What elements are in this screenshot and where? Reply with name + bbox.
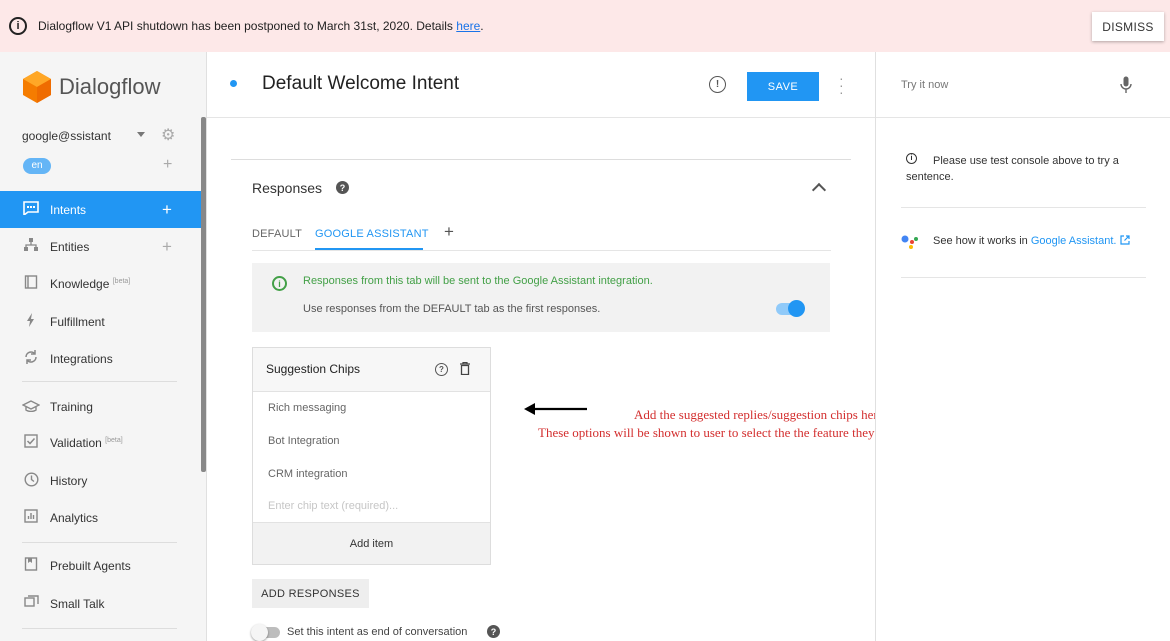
save-button[interactable]: SAVE — [747, 72, 819, 101]
sidebar-item-analytics[interactable]: Analytics — [0, 499, 201, 536]
page-title[interactable]: Default Welcome Intent — [262, 73, 459, 95]
google-assistant-hint: See how it works in Google Assistant. — [933, 235, 1130, 247]
nav-divider — [22, 628, 177, 629]
chips-card-title: Suggestion Chips — [266, 362, 361, 376]
gear-icon[interactable]: ⚙ — [161, 125, 175, 145]
brand-name: Dialogflow — [59, 74, 161, 99]
details-link[interactable]: here — [456, 19, 480, 33]
google-assistant-icon — [901, 235, 918, 249]
chips-card-header: Suggestion Chips ? — [253, 348, 490, 392]
suggestion-chips-card: Suggestion Chips ? Rich messaging Bot In… — [252, 347, 491, 565]
add-entity-icon[interactable]: + — [162, 237, 172, 257]
panel-divider — [901, 277, 1146, 278]
sidebar-item-prebuilt-agents[interactable]: Prebuilt Agents — [0, 547, 201, 584]
notice-banner: i Dialogflow V1 API shutdown has been po… — [0, 0, 1170, 52]
chip-item[interactable]: Bot Integration — [268, 435, 340, 447]
annotation-line-1: Add the suggested replies/suggestion chi… — [634, 407, 887, 422]
add-language-icon[interactable]: + — [163, 156, 172, 174]
alert-icon[interactable]: ! — [709, 76, 726, 93]
status-dot — [230, 80, 237, 87]
microphone-icon[interactable] — [1120, 76, 1132, 94]
tab-google-assistant[interactable]: GOOGLE ASSISTANT — [315, 228, 429, 240]
use-default-label: Use responses from the DEFAULT tab as th… — [303, 303, 601, 315]
help-icon[interactable]: ? — [336, 181, 349, 194]
add-responses-button[interactable]: ADD RESPONSES — [252, 579, 369, 608]
language-badge[interactable]: en — [23, 158, 51, 174]
use-default-toggle[interactable] — [776, 300, 805, 317]
book-icon — [22, 275, 40, 292]
dialogflow-logo[interactable]: Dialogflow — [22, 70, 161, 104]
intent-editor: Responses ? DEFAULT GOOGLE ASSISTANT + i… — [207, 118, 875, 641]
end-conversation-toggle[interactable] — [251, 624, 280, 641]
help-icon[interactable]: ? — [487, 625, 500, 638]
chip-item[interactable]: Rich messaging — [268, 402, 346, 414]
external-link-icon[interactable] — [1119, 235, 1130, 245]
agent-icon — [22, 557, 40, 574]
chip-input[interactable]: Enter chip text (required)... — [268, 500, 398, 512]
sidebar-item-intents[interactable]: Intents + — [0, 191, 201, 228]
end-conversation-label: Set this intent as end of conversation — [287, 626, 468, 638]
toggle-knob — [251, 624, 268, 641]
refresh-icon — [22, 349, 40, 368]
tab-default[interactable]: DEFAULT — [252, 228, 302, 240]
sidebar-item-integrations[interactable]: Integrations — [0, 340, 201, 377]
tabs-divider — [252, 250, 831, 251]
hierarchy-icon — [22, 238, 40, 255]
panel-divider — [901, 207, 1146, 208]
sidebar: Dialogflow google@ssistant ⚙ en + Intent… — [0, 52, 207, 641]
sidebar-item-validation[interactable]: Validation [beta] — [0, 424, 201, 461]
assistant-info-panel: i Responses from this tab will be sent t… — [252, 263, 830, 332]
more-vert-icon[interactable]: · · · — [839, 71, 844, 99]
dismiss-button[interactable]: DISMISS — [1092, 12, 1164, 41]
add-intent-icon[interactable]: + — [162, 200, 172, 220]
caret-down-icon[interactable] — [137, 132, 145, 137]
try-it-now-input[interactable]: Try it now — [876, 52, 1170, 118]
dialogflow-logo-icon — [23, 71, 51, 103]
checkbox-icon — [22, 434, 40, 451]
toggle-knob — [788, 300, 805, 317]
collapse-icon[interactable] — [811, 182, 827, 198]
sidebar-item-small-talk[interactable]: Small Talk — [0, 585, 201, 622]
sidebar-item-history[interactable]: History — [0, 462, 201, 499]
clock-icon — [22, 471, 40, 490]
test-console-hint: Please use test console above to try a s… — [906, 155, 1119, 183]
try-it-now-placeholder: Try it now — [901, 79, 949, 91]
sidebar-item-training[interactable]: Training — [0, 388, 201, 425]
responses-title: Responses — [252, 180, 323, 196]
sidebar-item-knowledge[interactable]: Knowledge [beta] — [0, 265, 201, 302]
banner-message: Dialogflow V1 API shutdown has been post… — [38, 19, 484, 33]
sidebar-item-fulfillment[interactable]: Fulfillment — [0, 303, 201, 340]
nav-divider — [22, 542, 177, 543]
add-item-button[interactable]: Add item — [253, 522, 490, 564]
sidebar-scrollbar[interactable] — [201, 117, 206, 472]
section-divider — [231, 159, 851, 160]
google-assistant-link[interactable]: Google Assistant. — [1031, 235, 1117, 247]
agent-selector[interactable]: google@ssistant — [22, 129, 111, 143]
bolt-icon — [22, 313, 40, 330]
trash-icon[interactable] — [460, 362, 470, 375]
nav-divider — [22, 381, 177, 382]
help-icon[interactable]: ? — [435, 363, 448, 376]
bar-chart-icon — [22, 509, 40, 526]
chat-bubble-icon — [22, 595, 40, 612]
info-icon: i — [272, 276, 287, 291]
sidebar-item-entities[interactable]: Entities + — [0, 228, 201, 265]
graduation-cap-icon — [21, 399, 41, 415]
intent-header: Default Welcome Intent ! SAVE · · · — [207, 52, 875, 118]
chat-icon — [22, 201, 40, 218]
chip-item[interactable]: CRM integration — [268, 468, 347, 480]
assistant-info-text: Responses from this tab will be sent to … — [303, 275, 653, 287]
info-icon: i — [9, 17, 27, 35]
test-console-panel: Try it now i Please use test console abo… — [875, 52, 1170, 641]
add-tab-icon[interactable]: + — [444, 222, 454, 242]
annotation-arrow-icon — [524, 403, 587, 415]
